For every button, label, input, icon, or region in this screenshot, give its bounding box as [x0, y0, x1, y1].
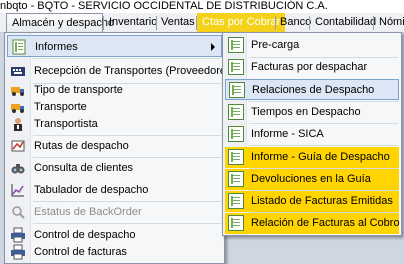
document-icon [228, 193, 244, 209]
menu-item-label: Rutas de despacho [34, 140, 129, 152]
document-icon [229, 82, 245, 98]
menu-item-label: Estatus de BackOrder [34, 206, 142, 218]
magnifier-icon [10, 204, 26, 220]
submenu-item-label: Facturas por despachar [251, 61, 368, 73]
route-icon [10, 138, 26, 154]
menu-ctas-por-cobrar[interactable]: Ctas por Cobrar [197, 13, 286, 32]
menu-item-estatus-backorder[interactable]: Estatus de BackOrder [7, 201, 222, 223]
menu-divider [249, 145, 398, 146]
chart-icon [10, 182, 26, 198]
document-icon [228, 104, 244, 120]
menu-inventario[interactable]: Inventario [104, 13, 162, 32]
menu-ventas[interactable]: Ventas [156, 13, 200, 32]
menu-bar: Almacén y despacho Inventario Ventas Cta… [0, 13, 404, 33]
menu-item-label: Tabulador de despacho [34, 184, 149, 196]
submenu-item-label: Listado de Facturas Emitidas [251, 195, 393, 207]
submenu-item-tiempos-despacho[interactable]: Tiempos en Despacho [225, 102, 399, 123]
menu-item-control-facturas[interactable]: Control de facturas [7, 241, 222, 263]
keyboard-icon [10, 63, 26, 79]
submenu-item-label: Informe - SICA [251, 128, 324, 140]
report-icon [11, 39, 27, 55]
menu-item-label: Transportista [34, 118, 98, 130]
submenu-item-listado-facturas-emitidas[interactable]: Listado de Facturas Emitidas [225, 191, 399, 212]
informes-submenu: Pre-carga Facturas por despachar Relacio… [222, 32, 402, 236]
menu-item-consulta-clientes[interactable]: Consulta de clientes [7, 157, 222, 179]
document-icon [228, 37, 244, 53]
document-icon [228, 59, 244, 75]
submenu-item-label: Relación de Facturas al Cobro [251, 217, 400, 229]
submenu-item-informe-guia-despacho[interactable]: Informe - Guía de Despacho [225, 147, 399, 168]
menu-item-tabulador-despacho[interactable]: Tabulador de despacho [7, 179, 222, 201]
menu-nomina[interactable]: Nómi [374, 13, 404, 32]
submenu-item-pre-carga[interactable]: Pre-carga [225, 35, 399, 56]
document-icon [228, 215, 244, 231]
submenu-item-label: Relaciones de Despacho [252, 84, 375, 96]
document-icon [228, 171, 244, 187]
submenu-item-informe-sica[interactable]: Informe - SICA [225, 124, 399, 145]
menu-item-label: Informes [35, 41, 78, 53]
document-icon [228, 126, 244, 142]
driver-icon [10, 116, 26, 132]
window-title: nbqto - BQTO - SERVICIO OCCIDENTAL DE DI… [0, 0, 404, 13]
submenu-item-relacion-facturas-cobro[interactable]: Relación de Facturas al Cobro [225, 213, 400, 234]
menu-contabilidad[interactable]: Contabilidad [310, 13, 381, 32]
printer-icon [10, 244, 26, 260]
almacen-dropdown: Informes Recepción de Transportes (Prove… [4, 32, 235, 264]
menu-item-transportista[interactable]: Transportista [7, 113, 222, 135]
binoculars-icon [10, 160, 26, 176]
submenu-item-label: Pre-carga [251, 39, 300, 51]
document-icon [228, 149, 244, 165]
menu-item-informes[interactable]: Informes [7, 35, 222, 57]
menu-almacen-despacho[interactable]: Almacén y despacho [6, 13, 114, 32]
menu-item-label: Consulta de clientes [34, 162, 134, 174]
menu-item-label: Control de facturas [34, 246, 127, 258]
menu-divider [33, 58, 221, 59]
submenu-item-facturas-por-despachar[interactable]: Facturas por despachar [225, 57, 399, 78]
submenu-item-label: Informe - Guía de Despacho [251, 151, 390, 163]
submenu-item-devoluciones-guia[interactable]: Devoluciones en la Guía [225, 169, 399, 190]
submenu-item-label: Tiempos en Despacho [251, 106, 361, 118]
submenu-item-label: Devoluciones en la Guía [251, 173, 371, 185]
submenu-item-relaciones-despacho[interactable]: Relaciones de Despacho [225, 79, 399, 100]
menu-item-rutas-despacho[interactable]: Rutas de despacho [7, 135, 222, 157]
submenu-arrow-icon [211, 43, 215, 51]
